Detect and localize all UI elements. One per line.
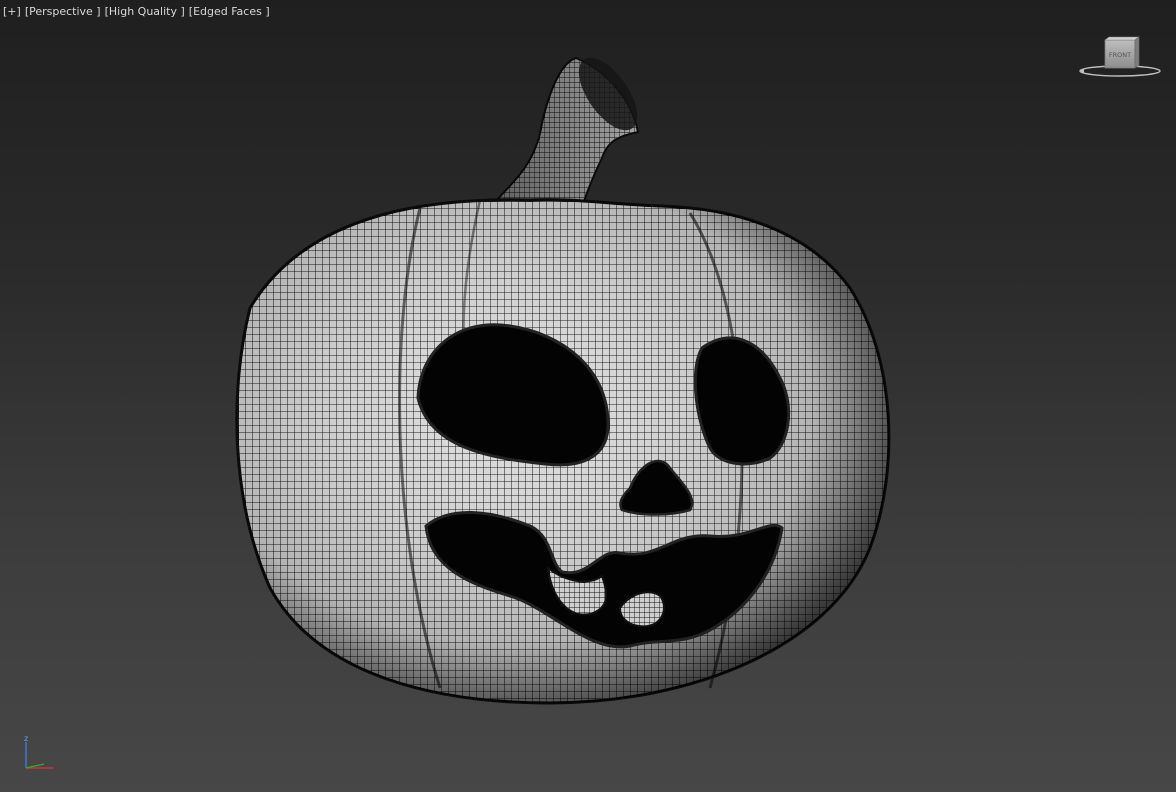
z-axis-label: z	[24, 734, 28, 743]
viewport-quality-menu[interactable]: [High Quality ]	[104, 5, 186, 18]
viewcube-front-label: FRONT	[1109, 51, 1131, 59]
viewport-shading-menu[interactable]: [Edged Faces ]	[188, 5, 271, 18]
axis-tripod: z	[24, 734, 54, 769]
viewcube-top-face[interactable]	[1104, 36, 1140, 41]
viewport-label-menu: [+] [Perspective ] [High Quality ] [Edge…	[2, 5, 271, 18]
pumpkin-stem[interactable]	[488, 48, 648, 215]
viewcube-right-face[interactable]	[1134, 36, 1140, 69]
viewport-point-of-view-menu[interactable]: [Perspective ]	[24, 5, 102, 18]
viewport-general-menu[interactable]: [+]	[2, 5, 22, 18]
pumpkin-model[interactable]	[190, 48, 900, 708]
perspective-viewport[interactable]: [+] [Perspective ] [High Quality ] [Edge…	[0, 0, 1176, 792]
viewcube[interactable]: FRONT	[1078, 34, 1162, 82]
